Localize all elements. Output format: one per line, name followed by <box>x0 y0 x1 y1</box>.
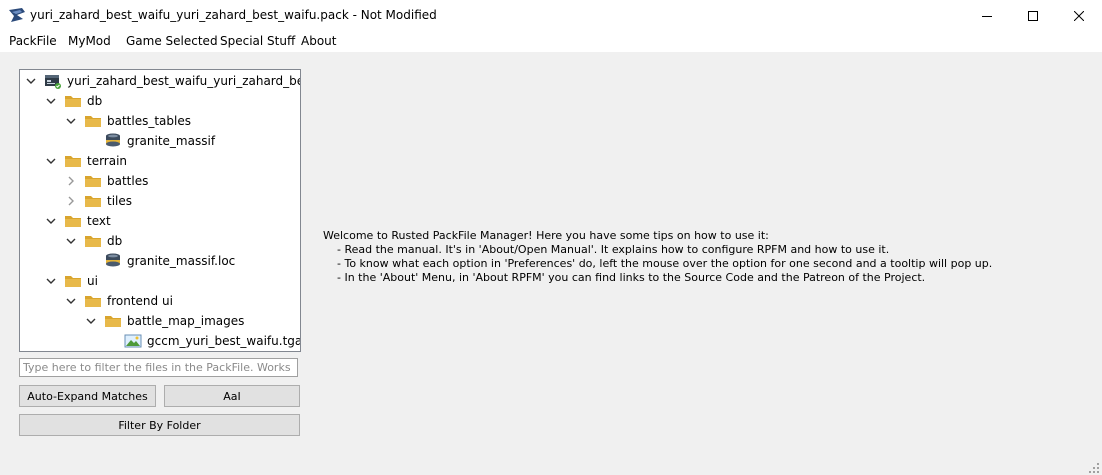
tree-item[interactable]: terrain <box>44 151 127 171</box>
folder-icon <box>84 293 102 309</box>
tree-item[interactable]: gccm_yuri_best_waifu.tga <box>104 331 301 351</box>
tree-item[interactable]: yuri_zahard_best_waifu_yuri_zahard_best_… <box>24 71 301 91</box>
tree-item-label: yuri_zahard_best_waifu_yuri_zahard_best_… <box>67 74 301 88</box>
welcome-tip: - In the 'About' Menu, in 'About RPFM' y… <box>337 271 926 284</box>
close-icon <box>1074 10 1084 21</box>
welcome-tip: - To know what each option in 'Preferenc… <box>337 257 993 270</box>
tree-item-label: terrain <box>87 154 128 168</box>
tree-item[interactable]: battles_tables <box>64 111 191 131</box>
packfile-tree-view[interactable]: yuri_zahard_best_waifu_yuri_zahard_best_… <box>19 69 301 352</box>
window-title: yuri_zahard_best_waifu_yuri_zahard_best_… <box>30 8 437 22</box>
resize-grip-icon[interactable] <box>1088 462 1100 474</box>
tree-item-label: ui <box>87 274 98 288</box>
folder-icon <box>84 173 102 189</box>
chevron-down-icon[interactable] <box>44 91 58 111</box>
tree-item[interactable]: granite_massif.loc <box>84 251 235 271</box>
tree-item-label: frontend ui <box>107 294 173 308</box>
tree-item-label: granite_massif <box>127 134 216 148</box>
menu-about[interactable]: About <box>301 34 336 48</box>
maximize-button[interactable] <box>1010 0 1056 31</box>
chevron-down-icon[interactable] <box>84 311 98 331</box>
database-icon <box>104 133 122 149</box>
chevron-right-icon[interactable] <box>64 191 78 211</box>
menu-special-stuff[interactable]: Special Stuff <box>220 34 295 48</box>
tree-item-label: battle_map_images <box>127 314 245 328</box>
tree-item-label: db <box>87 94 103 108</box>
minimize-button[interactable] <box>964 0 1010 31</box>
tree-item-label: granite_massif.loc <box>127 254 236 268</box>
chevron-down-icon[interactable] <box>24 71 38 91</box>
welcome-intro: Welcome to Rusted PackFile Manager! Here… <box>323 229 769 242</box>
welcome-tip: - Read the manual. It's in 'About/Open M… <box>337 243 890 256</box>
app-icon <box>9 8 25 22</box>
folder-icon <box>104 313 122 329</box>
tree-item-label: battles_tables <box>107 114 191 128</box>
tree-item[interactable]: frontend ui <box>64 291 173 311</box>
filter-input[interactable] <box>19 358 298 377</box>
image-file-icon <box>124 333 142 349</box>
tree-item-label: tiles <box>107 194 133 208</box>
folder-icon <box>84 193 102 209</box>
chevron-down-icon[interactable] <box>44 151 58 171</box>
folder-icon <box>64 93 82 109</box>
close-button[interactable] <box>1056 0 1102 31</box>
folder-icon <box>64 273 82 289</box>
tree-item-label: db <box>107 234 123 248</box>
minimize-icon <box>982 15 992 17</box>
folder-icon <box>84 113 102 129</box>
menu-bar: PackFile MyMod Game Selected Special Stu… <box>0 31 1102 53</box>
menu-mymod[interactable]: MyMod <box>68 34 111 48</box>
title-bar: yuri_zahard_best_waifu_yuri_zahard_best_… <box>0 0 1102 31</box>
tree-item-label: battles <box>107 174 149 188</box>
packfile-icon <box>44 73 62 89</box>
tree-item-label: text <box>87 214 111 228</box>
menu-game-selected[interactable]: Game Selected <box>126 34 218 48</box>
tree-item-label: gccm_yuri_best_waifu.tga <box>147 334 301 348</box>
tree-item[interactable]: ui <box>44 271 98 291</box>
maximize-icon <box>1028 10 1038 21</box>
case-sensitive-button[interactable]: AaI <box>164 385 300 407</box>
chevron-down-icon[interactable] <box>64 291 78 311</box>
tree-item[interactable]: battles <box>64 171 148 191</box>
filter-by-folder-button[interactable]: Filter By Folder <box>19 414 300 436</box>
tree-item[interactable]: text <box>44 211 111 231</box>
folder-icon <box>64 153 82 169</box>
chevron-down-icon[interactable] <box>44 211 58 231</box>
chevron-right-icon[interactable] <box>64 171 78 191</box>
chevron-down-icon[interactable] <box>44 271 58 291</box>
chevron-down-icon[interactable] <box>64 231 78 251</box>
tree-item[interactable]: granite_massif <box>84 131 215 151</box>
folder-icon <box>64 213 82 229</box>
tree-item[interactable]: tiles <box>64 191 132 211</box>
welcome-message: Welcome to Rusted PackFile Manager! Here… <box>323 229 992 285</box>
tree-item[interactable]: battle_map_images <box>84 311 244 331</box>
menu-packfile[interactable]: PackFile <box>9 34 57 48</box>
auto-expand-matches-button[interactable]: Auto-Expand Matches <box>19 385 156 407</box>
chevron-down-icon[interactable] <box>64 111 78 131</box>
tree-item[interactable]: db <box>64 231 122 251</box>
folder-icon <box>84 233 102 249</box>
tree-item[interactable]: db <box>44 91 102 111</box>
database-icon <box>104 253 122 269</box>
